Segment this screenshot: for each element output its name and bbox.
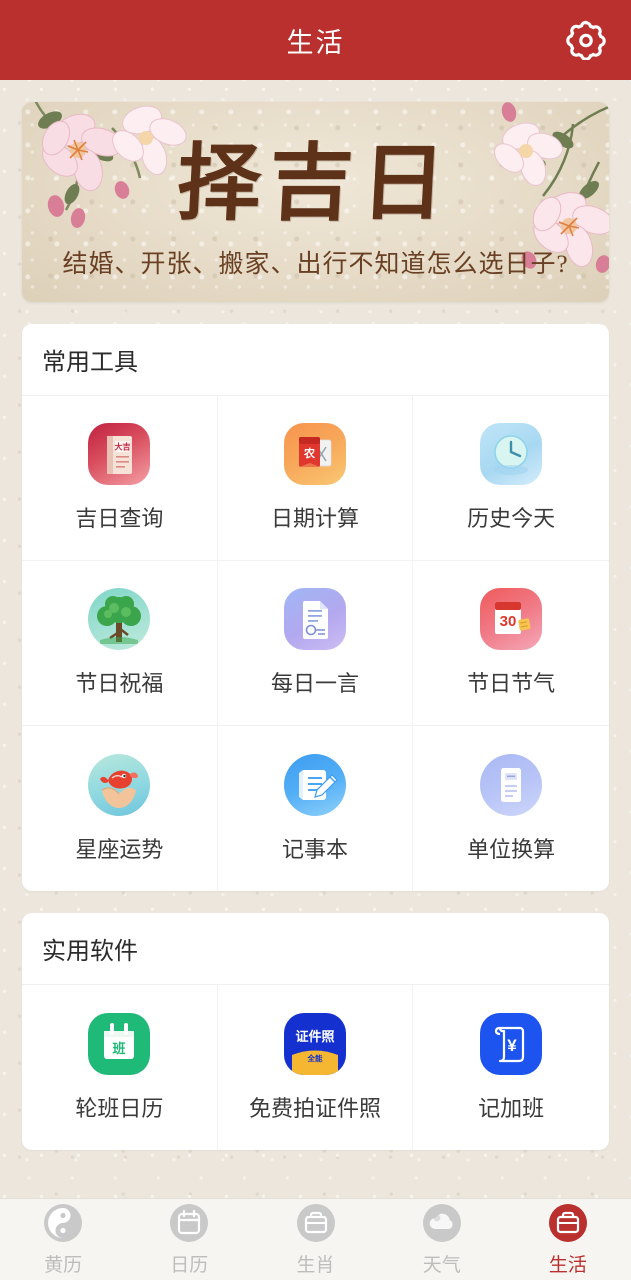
practical-software-header: 实用软件 — [22, 913, 609, 985]
app-screen: 生活 择吉日 结婚、开张、搬家、出行不知道怎么选日子? 常用工具 大吉 吉日查询… — [0, 0, 631, 1280]
software-label: 免费拍证件照 — [248, 1095, 381, 1121]
history-clock-icon — [480, 423, 543, 485]
svg-text:农: 农 — [303, 446, 315, 460]
tab-label: 生活 — [548, 1255, 587, 1276]
tool-item-date-calculator[interactable]: 农 日期计算 — [217, 396, 414, 561]
tab-shengxiao[interactable]: 生肖 — [252, 1199, 378, 1280]
tool-item-horoscope[interactable]: 星座运势 — [22, 726, 218, 891]
tab-label: 生肖 — [296, 1255, 335, 1276]
shift-icon-text: 班 — [113, 1041, 126, 1056]
gear-icon — [566, 20, 606, 60]
koi-fish — [100, 770, 139, 789]
calendar-day-number: 30 — [500, 613, 517, 630]
overtime-record-icon: ¥ — [480, 1012, 543, 1075]
practical-software-grid: 班 轮班日历 证件照 全能 免费拍证件照 ¥ 记加班 — [22, 985, 609, 1150]
common-tools-header: 常用工具 — [22, 324, 609, 396]
tool-item-festival-blessing[interactable]: 节日祝福 — [22, 561, 218, 726]
practical-software-card: 实用软件 班 轮班日历 证件照 全能 免费拍证件照 ¥ 记加班 — [22, 913, 609, 1150]
daily-quote-document-icon — [283, 588, 346, 650]
tool-label: 历史今天 — [467, 506, 556, 531]
horoscope-koi-icon — [88, 753, 151, 816]
tool-item-history-today[interactable]: 历史今天 — [413, 396, 609, 561]
software-label: 轮班日历 — [75, 1095, 164, 1121]
app-header: 生活 — [0, 0, 631, 80]
notepad-pen-icon — [283, 753, 346, 816]
bottom-tab-bar: 黄历 日历 生肖 天气 生活 — [0, 1198, 631, 1280]
section-title: 实用软件 — [42, 938, 138, 965]
tool-label: 节日节气 — [467, 671, 556, 696]
id-photo-icon: 证件照 全能 — [283, 1012, 346, 1075]
tab-huangli[interactable]: 黄历 — [0, 1199, 126, 1280]
tool-label: 节日祝福 — [75, 671, 164, 696]
tool-item-daily-quote[interactable]: 每日一言 — [217, 561, 414, 726]
software-item-shift-calendar[interactable]: 班 轮班日历 — [22, 985, 218, 1150]
overtime-icon-text: ¥ — [507, 1036, 517, 1055]
tool-item-notepad[interactable]: 记事本 — [218, 726, 414, 891]
tab-rili[interactable]: 日历 — [126, 1199, 252, 1280]
tool-label: 记事本 — [281, 836, 348, 862]
date-calculator-icon: 农 — [283, 423, 346, 485]
tool-item-auspicious-day[interactable]: 大吉 吉日查询 — [22, 396, 218, 561]
festival-solar-term-calendar-icon: 30 — [480, 588, 543, 650]
festival-blessing-tree-icon — [88, 588, 151, 650]
tool-item-unit-conversion[interactable]: 单位换算 — [413, 726, 609, 891]
tool-label: 单位换算 — [467, 836, 556, 862]
id-photo-icon-badge: 全能 — [306, 1053, 322, 1063]
tab-label: 天气 — [422, 1255, 461, 1276]
tab-label: 日历 — [170, 1255, 209, 1276]
svg-text:大吉: 大吉 — [115, 442, 131, 452]
auspicious-day-book-icon: 大吉 — [88, 423, 151, 485]
software-item-id-photo[interactable]: 证件照 全能 免费拍证件照 — [218, 985, 414, 1150]
tab-label: 黄历 — [44, 1255, 83, 1276]
page-title: 生活 — [286, 27, 345, 58]
yin-yang-icon — [44, 1204, 83, 1242]
shift-calendar-icon: 班 — [88, 1012, 151, 1075]
promo-banner[interactable]: 择吉日 结婚、开张、搬家、出行不知道怎么选日子? — [22, 102, 609, 302]
unit-conversion-icon — [480, 753, 543, 816]
tool-item-festival-solar-term[interactable]: 30 节日节气 — [413, 561, 609, 726]
tool-label: 吉日查询 — [75, 506, 164, 531]
tab-shenghuo[interactable]: 生活 — [505, 1199, 631, 1280]
banner-subtitle: 结婚、开张、搬家、出行不知道怎么选日子? — [62, 251, 569, 278]
tool-label: 星座运势 — [75, 836, 164, 862]
software-label: 记加班 — [478, 1095, 545, 1121]
tab-tianqi[interactable]: 天气 — [379, 1199, 505, 1280]
tool-label: 日期计算 — [270, 506, 359, 531]
zodiac-briefcase-icon — [296, 1204, 335, 1242]
banner-title: 择吉日 — [174, 138, 456, 231]
software-item-overtime[interactable]: ¥ 记加班 — [413, 985, 609, 1150]
section-title: 常用工具 — [42, 349, 138, 376]
life-toolbox-icon — [548, 1204, 587, 1242]
common-tools-grid: 大吉 吉日查询 农 日期计算 历史今天 节日祝福 每日一言 30 节日节气 星座… — [22, 396, 609, 891]
calendar-icon — [170, 1204, 209, 1242]
tool-label: 每日一言 — [270, 671, 359, 696]
settings-button[interactable] — [563, 17, 609, 63]
id-photo-icon-text: 证件照 — [295, 1029, 334, 1044]
cloud-icon — [422, 1204, 461, 1242]
common-tools-card: 常用工具 大吉 吉日查询 农 日期计算 历史今天 节日祝福 每日一言 30 节日… — [22, 324, 609, 891]
